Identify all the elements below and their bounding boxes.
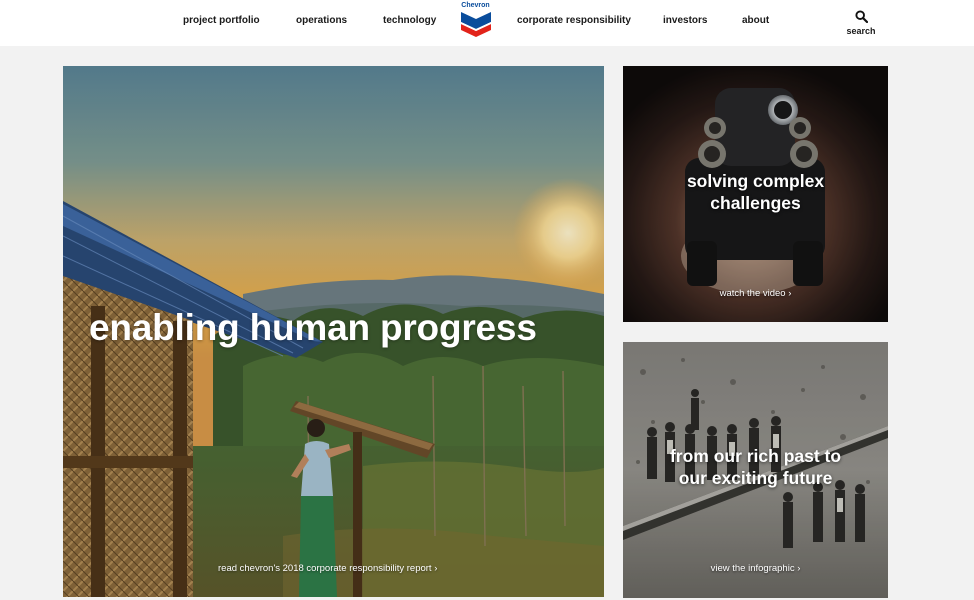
- hero-title: enabling human progress: [89, 307, 537, 348]
- nav-investors[interactable]: investors: [663, 15, 707, 26]
- nav-project-portfolio[interactable]: project portfolio: [183, 15, 260, 26]
- search-button[interactable]: search: [843, 10, 879, 40]
- card-title-line: challenges: [710, 193, 801, 213]
- card-title-line: our exciting future: [678, 468, 833, 488]
- logo-wordmark: Chevron: [461, 2, 490, 9]
- nav-about[interactable]: about: [742, 15, 769, 26]
- search-label: search: [846, 26, 876, 36]
- hero-report-link[interactable]: read chevron's 2018 corporate responsibi…: [218, 563, 437, 574]
- watch-video-link[interactable]: watch the video ›: [623, 288, 888, 299]
- view-infographic-link[interactable]: view the infographic ›: [623, 563, 888, 574]
- chevron-logo[interactable]: Chevron: [459, 2, 492, 38]
- nav-technology[interactable]: technology: [383, 15, 436, 26]
- search-icon: [854, 10, 868, 23]
- nav-operations[interactable]: operations: [296, 15, 347, 26]
- card-solving-challenges[interactable]: solving complex challenges watch the vid…: [623, 66, 888, 322]
- nav-corporate-responsibility[interactable]: corporate responsibility: [517, 15, 631, 26]
- card-title: from our rich past to our exciting futur…: [623, 445, 888, 489]
- hero-banner[interactable]: enabling human progress read chevron's 2…: [63, 66, 604, 597]
- card-title-line: solving complex: [686, 171, 825, 191]
- card-rich-past[interactable]: from our rich past to our exciting futur…: [623, 342, 888, 598]
- chevron-logo-icon: [460, 12, 491, 37]
- card-title-line: from our rich past to: [669, 446, 842, 466]
- card-title: solving complex challenges: [623, 170, 888, 214]
- site-header: project portfolio operations technology …: [0, 0, 974, 46]
